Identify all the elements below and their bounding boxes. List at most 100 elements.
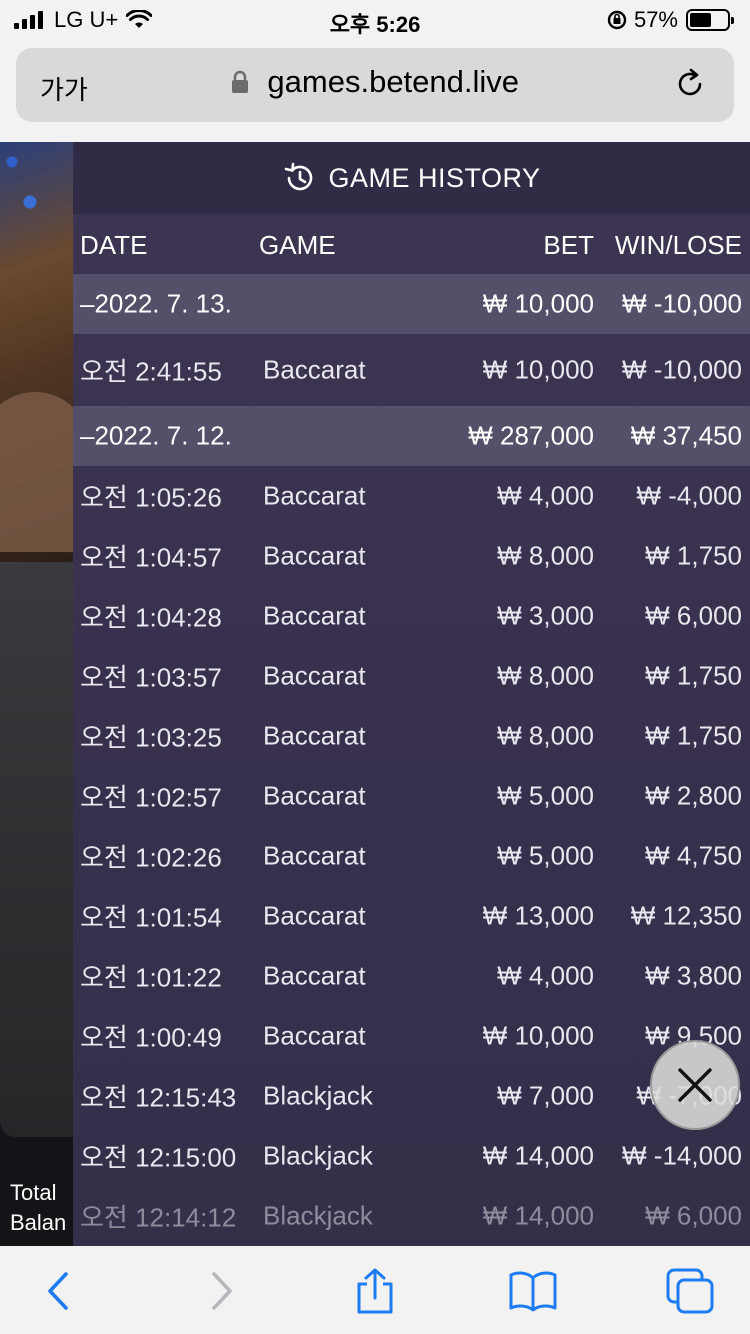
row-time: 오전 1:02:26	[80, 842, 222, 873]
row-bet: ₩ 4,000	[497, 480, 594, 511]
column-header-win-lose: WIN/LOSE	[614, 230, 742, 260]
row-bet: ₩ 7,000	[497, 1080, 594, 1111]
address-bar[interactable]: 가가 games.betend.live	[16, 48, 734, 122]
column-header-game: GAME	[259, 230, 336, 260]
row-win-lose: ₩ -14,000	[622, 1140, 742, 1171]
row-win-lose: ₩ 1,750	[645, 540, 742, 571]
row-win-lose: ₩ -10,000	[622, 288, 742, 319]
url-text[interactable]: games.betend.live	[267, 64, 519, 99]
row-game: Baccarat	[263, 600, 366, 631]
row-win-lose: ₩ 3,800	[645, 960, 742, 991]
tabs-icon	[666, 1268, 714, 1314]
row-game: Baccarat	[263, 900, 366, 931]
row-game: Baccarat	[263, 354, 366, 385]
row-game: Baccarat	[263, 780, 366, 811]
table-row: 오전 1:00:49 Baccarat ₩ 10,000 ₩ 9,500	[73, 1006, 750, 1066]
close-icon	[678, 1068, 712, 1102]
row-game: Blackjack	[263, 1140, 373, 1171]
table-header: DATE GAME BET WIN/LOSE	[73, 214, 750, 274]
row-time: 오전 1:04:28	[80, 602, 222, 633]
browser-toolbar	[0, 1246, 750, 1334]
table-row: 오전 12:15:00 Blackjack ₩ 14,000 ₩ -14,000	[73, 1126, 750, 1186]
row-time: 오전 1:03:25	[80, 722, 222, 753]
row-time: 오전 1:03:57	[80, 662, 222, 693]
book-icon	[509, 1271, 557, 1312]
row-win-lose: ₩ 1,750	[645, 660, 742, 691]
game-history-modal: GAME HISTORY DATE GAME BET WIN/LOSE –202…	[73, 142, 750, 1246]
history-table-body: –2022. 7. 13. ₩ 10,000 ₩ -10,000 오전 2:41:55…	[73, 274, 750, 1246]
table-row: 오전 1:05:26 Baccarat ₩ 4,000 ₩ -4,000	[73, 466, 750, 526]
background-artwork	[0, 142, 90, 562]
row-game: Baccarat	[263, 720, 366, 751]
battery-icon	[686, 9, 734, 31]
row-time: 오전 1:02:57	[80, 782, 222, 813]
table-row: 오전 1:03:25 Baccarat ₩ 8,000 ₩ 1,750	[73, 706, 750, 766]
row-time: 오전 12:15:00	[80, 1142, 237, 1173]
bookmarks-button[interactable]	[509, 1268, 557, 1314]
reload-icon[interactable]	[672, 66, 708, 102]
row-bet: ₩ 8,000	[497, 720, 594, 751]
browser-top-bar: 가가 games.betend.live	[0, 40, 750, 142]
row-time: 오전 12:14:12	[80, 1202, 237, 1233]
row-bet: ₩ 14,000	[482, 1200, 594, 1231]
row-time: 오전 1:05:26	[80, 482, 222, 513]
row-game: Baccarat	[263, 1020, 366, 1051]
row-bet: ₩ 10,000	[482, 288, 594, 319]
row-bet: ₩ 5,000	[497, 840, 594, 871]
row-bet: ₩ 4,000	[497, 960, 594, 991]
close-button[interactable]	[650, 1040, 740, 1130]
game-page: Total Balan GAME HISTORY DATE GAME BET W…	[0, 142, 750, 1246]
table-row: 오전 1:04:57 Baccarat ₩ 8,000 ₩ 1,750	[73, 526, 750, 586]
chevron-right-icon	[212, 1272, 232, 1310]
row-bet: ₩ 13,000	[482, 900, 594, 931]
modal-title: GAME HISTORY	[328, 162, 541, 193]
status-bar: LG U+ 오후 5:26 57%	[0, 0, 750, 40]
background-balance-text: Total Balan	[10, 1178, 66, 1238]
row-game: Baccarat	[263, 660, 366, 691]
table-row: 오전 1:01:54 Baccarat ₩ 13,000 ₩ 12,350	[73, 886, 750, 946]
row-bet: ₩ 14,000	[482, 1140, 594, 1171]
back-button[interactable]	[36, 1268, 84, 1314]
lock-icon	[231, 70, 248, 93]
row-win-lose: ₩ 1,750	[645, 720, 742, 751]
row-game: Blackjack	[263, 1080, 373, 1111]
row-bet: ₩ 8,000	[497, 660, 594, 691]
row-time: 오전 12:15:43	[80, 1082, 237, 1113]
tabs-button[interactable]	[666, 1268, 714, 1314]
date-group-row: –2022. 7. 12. ₩ 287,000 ₩ 37,450	[73, 406, 750, 466]
row-win-lose: ₩ 6,000	[645, 600, 742, 631]
row-bet: ₩ 10,000	[482, 354, 594, 385]
battery-percent: 57%	[633, 7, 678, 32]
table-row: 오전 1:02:57 Baccarat ₩ 5,000 ₩ 2,800	[73, 766, 750, 826]
row-bet: ₩ 8,000	[497, 540, 594, 571]
forward-button[interactable]	[196, 1268, 244, 1314]
row-time: 오전 2:41:55	[80, 356, 222, 387]
row-win-lose: ₩ -10,000	[622, 354, 742, 385]
row-bet: ₩ 10,000	[482, 1020, 594, 1051]
row-game: Baccarat	[263, 840, 366, 871]
row-win-lose: ₩ 6,000	[645, 1200, 742, 1231]
table-row: 오전 12:14:12 Blackjack ₩ 14,000 ₩ 6,000	[73, 1186, 750, 1246]
column-header-date: DATE	[80, 230, 148, 260]
row-win-lose: ₩ 12,350	[630, 900, 742, 931]
row-game: Baccarat	[263, 960, 366, 991]
table-row: 오전 2:41:55 Baccarat ₩ 10,000 ₩ -10,000	[73, 334, 750, 406]
history-icon	[285, 162, 313, 191]
row-time: 오전 1:00:49	[80, 1022, 222, 1053]
modal-header: GAME HISTORY	[73, 142, 750, 214]
share-icon	[357, 1268, 393, 1314]
row-game: Baccarat	[263, 480, 366, 511]
table-row: 오전 12:15:43Blackjack₩ 7,000₩ -7,000	[73, 1066, 750, 1126]
table-row: 오전 1:03:57 Baccarat ₩ 8,000 ₩ 1,750	[73, 646, 750, 706]
table-row: 오전 1:02:26 Baccarat ₩ 5,000 ₩ 4,750	[73, 826, 750, 886]
row-time: 오전 1:04:57	[80, 542, 222, 573]
row-game: Blackjack	[263, 1200, 373, 1231]
row-time: 오전 1:01:22	[80, 962, 222, 993]
table-row: 오전 1:04:28 Baccarat ₩ 3,000 ₩ 6,000	[73, 586, 750, 646]
row-time: 오전 1:01:54	[80, 902, 222, 933]
share-button[interactable]	[351, 1268, 399, 1314]
row-bet: ₩ 3,000	[497, 600, 594, 631]
row-win-lose: ₩ -4,000	[636, 480, 743, 511]
chevron-left-icon	[48, 1272, 68, 1310]
row-bet: ₩ 5,000	[497, 780, 594, 811]
